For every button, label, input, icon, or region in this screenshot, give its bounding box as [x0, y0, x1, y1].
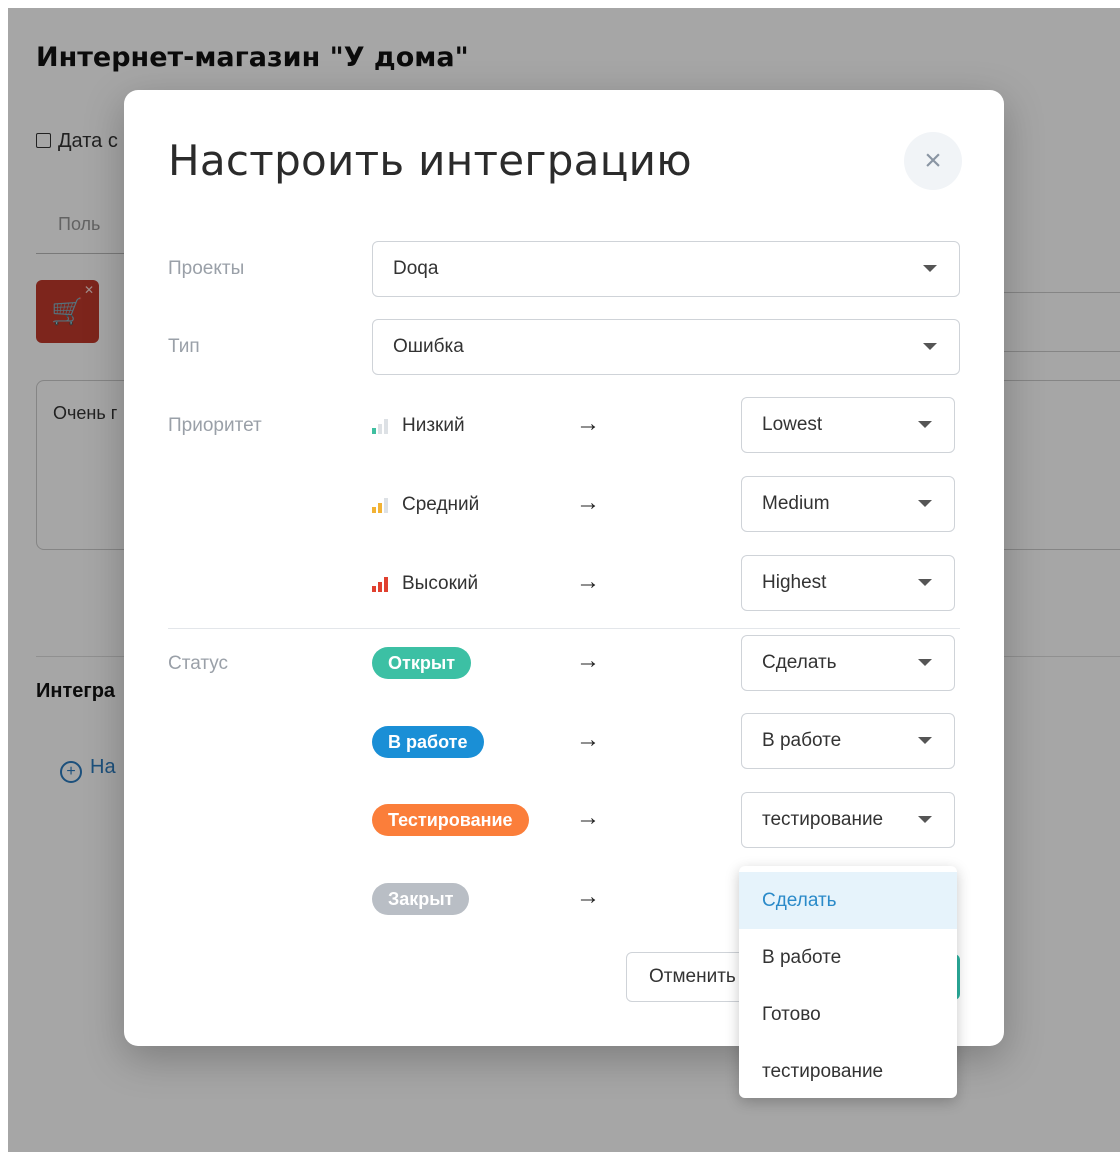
- projects-label: Проекты: [168, 258, 245, 279]
- projects-select[interactable]: Doqa: [372, 241, 960, 297]
- screen-edge: [0, 0, 1120, 8]
- chevron-down-icon: [918, 659, 932, 666]
- status-label: Статус: [168, 653, 229, 674]
- status-testing-select[interactable]: тестирование: [741, 792, 955, 848]
- divider: [168, 628, 960, 629]
- arrow-right-icon: →: [576, 804, 600, 831]
- dropdown-option[interactable]: тестирование: [739, 1043, 957, 1098]
- priority-high: Высокий: [372, 573, 478, 595]
- status-testing-value: тестирование: [762, 809, 884, 830]
- priority-low: Низкий: [372, 415, 465, 437]
- dropdown-option[interactable]: Сделать: [739, 872, 957, 929]
- chevron-down-icon: [918, 500, 932, 507]
- arrow-right-icon: →: [576, 489, 600, 516]
- status-badge-testing: Тестирование: [372, 804, 529, 836]
- chevron-down-icon: [918, 737, 932, 744]
- type-select[interactable]: Ошибка: [372, 319, 960, 375]
- priority-medium-name: Средний: [402, 494, 480, 515]
- arrow-right-icon: →: [576, 568, 600, 595]
- priority-low-icon: [372, 418, 388, 434]
- status-in-progress-value: В работе: [762, 730, 842, 751]
- close-button[interactable]: ×: [904, 132, 962, 190]
- arrow-right-icon: →: [576, 726, 600, 753]
- priority-high-name: Высокий: [402, 573, 479, 594]
- priority-medium-icon: [372, 497, 388, 513]
- status-in-progress-select[interactable]: В работе: [741, 713, 955, 769]
- projects-value: Doqa: [393, 258, 439, 279]
- status-badge-closed: Закрыт: [372, 883, 470, 915]
- dropdown-option[interactable]: Готово: [739, 986, 957, 1043]
- chevron-down-icon: [918, 421, 932, 428]
- priority-high-select[interactable]: Highest: [741, 555, 955, 611]
- dropdown-option[interactable]: В работе: [739, 929, 957, 986]
- screen-edge: [0, 0, 8, 1152]
- chevron-down-icon: [923, 343, 937, 350]
- arrow-right-icon: →: [576, 410, 600, 437]
- arrow-right-icon: →: [576, 647, 600, 674]
- priority-label: Приоритет: [168, 415, 262, 436]
- priority-medium-select[interactable]: Medium: [741, 476, 955, 532]
- priority-high-value: Highest: [762, 572, 827, 593]
- type-value: Ошибка: [393, 336, 464, 357]
- modal-title: Настроить интеграцию: [168, 136, 692, 185]
- status-badge-open: Открыт: [372, 647, 472, 679]
- status-closed-dropdown-menu: Сделать В работе Готово тестирование: [739, 866, 957, 1098]
- status-open-value: Сделать: [762, 652, 837, 673]
- status-badge-in-progress: В работе: [372, 726, 484, 758]
- type-label: Тип: [168, 336, 200, 357]
- priority-medium-value: Medium: [762, 493, 830, 514]
- status-open-select[interactable]: Сделать: [741, 635, 955, 691]
- priority-low-value: Lowest: [762, 414, 823, 435]
- chevron-down-icon: [918, 579, 932, 586]
- priority-medium: Средний: [372, 494, 479, 516]
- close-icon: ×: [924, 144, 942, 177]
- priority-low-name: Низкий: [402, 415, 465, 436]
- priority-low-select[interactable]: Lowest: [741, 397, 955, 453]
- chevron-down-icon: [918, 816, 932, 823]
- priority-high-icon: [372, 576, 388, 592]
- chevron-down-icon: [923, 265, 937, 272]
- arrow-right-icon: →: [576, 883, 600, 910]
